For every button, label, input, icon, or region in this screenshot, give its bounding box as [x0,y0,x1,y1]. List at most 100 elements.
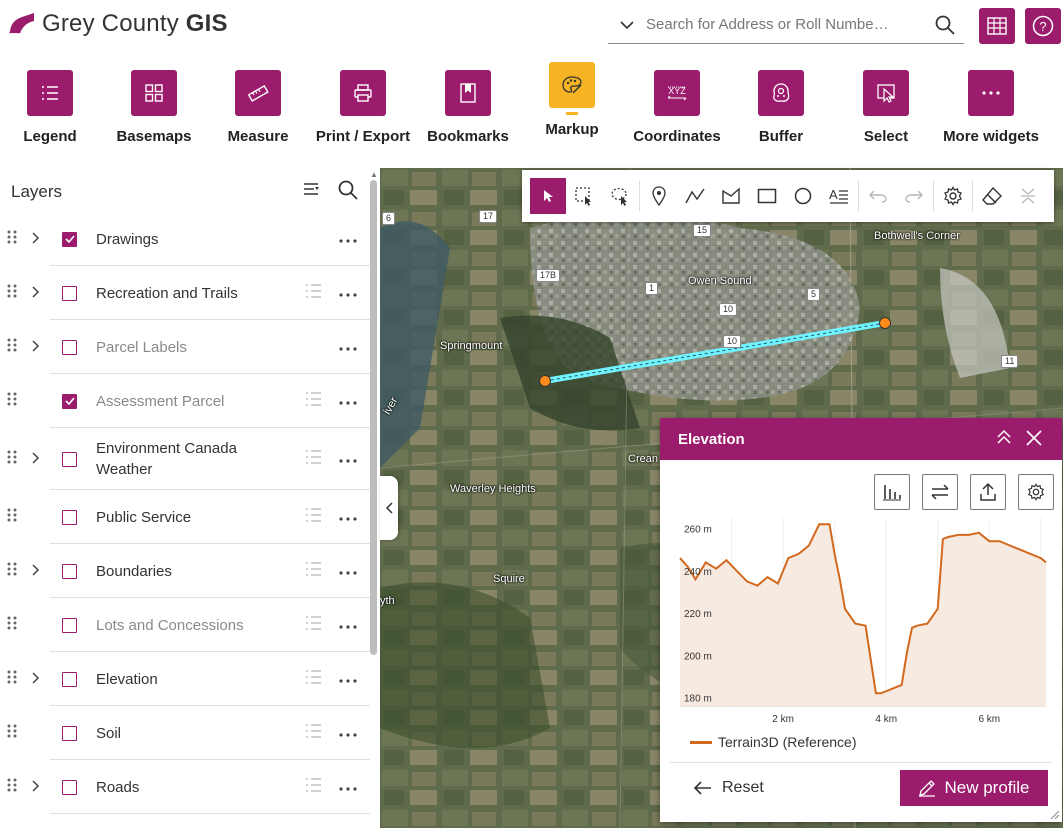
widget-more[interactable]: More widgets [941,52,1041,145]
layer-legend-icon[interactable] [304,777,322,798]
widget-select[interactable]: Select [836,52,936,145]
chevron-right-icon[interactable] [32,339,44,355]
widget-measure[interactable]: Measure [208,52,308,145]
widget-legend[interactable]: Legend [0,52,100,145]
layer-visibility-checkbox[interactable] [62,285,77,301]
widget-bookmarks[interactable]: Bookmarks [418,52,518,145]
buffer-button[interactable] [758,70,804,116]
layer-legend-icon[interactable] [304,507,322,528]
layer-options-button[interactable] [338,392,358,410]
statistics-button[interactable] [874,474,910,510]
markup-eraser-button[interactable] [974,178,1010,214]
reset-button[interactable]: Reset [694,779,764,797]
drag-handle-icon[interactable] [6,777,18,798]
layer-options-button[interactable] [338,284,358,302]
chevron-right-icon[interactable] [32,671,44,687]
search-button[interactable] [926,6,964,44]
layer-visibility-checkbox[interactable] [62,671,77,687]
search-input[interactable] [646,16,926,33]
new-profile-button[interactable]: New profile [900,770,1048,806]
close-panel-button[interactable] [1025,429,1043,452]
markup-circle-tool[interactable] [785,178,821,214]
markup-polygon-tool[interactable] [713,178,749,214]
scroll-up-arrow[interactable]: ▲ [370,170,378,179]
widget-buffer[interactable]: Buffer [731,52,831,145]
search-source-dropdown[interactable] [608,17,646,33]
basemaps-button[interactable] [131,70,177,116]
drag-handle-icon[interactable] [6,723,18,744]
markup-rectangle-tool[interactable] [749,178,785,214]
markup-text-tool[interactable]: A [821,178,857,214]
drag-handle-icon[interactable] [6,229,18,250]
layer-visibility-checkbox[interactable] [62,393,77,409]
layer-visibility-checkbox[interactable] [62,509,77,525]
widget-print-export[interactable]: Print / Export [313,52,413,145]
layer-legend-icon[interactable] [304,723,322,744]
profile-settings-button[interactable] [1018,474,1054,510]
layer-options-button[interactable] [338,230,358,248]
collapse-panel-button[interactable] [380,476,398,540]
layer-options-button[interactable] [338,450,358,468]
more-widgets-button[interactable] [968,70,1014,116]
table-button[interactable] [979,8,1015,44]
layer-legend-icon[interactable] [304,561,322,582]
layer-visibility-checkbox[interactable] [62,725,77,741]
widget-markup[interactable]: Markup [522,52,622,138]
widget-basemaps[interactable]: Basemaps [104,52,204,145]
markup-lasso-select-tool[interactable] [602,178,638,214]
layer-options-button[interactable] [338,670,358,688]
chevron-right-icon[interactable] [32,779,44,795]
layer-options-button[interactable] [338,778,358,796]
layer-visibility-checkbox[interactable] [62,563,77,579]
drag-handle-icon[interactable] [6,283,18,304]
layer-legend-icon[interactable] [304,391,322,412]
drag-handle-icon[interactable] [6,337,18,358]
layer-search-button[interactable] [338,180,358,205]
markup-redo-button[interactable] [896,178,932,214]
layer-visibility-checkbox[interactable] [62,617,77,633]
layer-visibility-checkbox[interactable] [62,231,77,247]
markup-rectangle-select-tool[interactable] [566,178,602,214]
filter-sort-button[interactable] [302,180,320,205]
layer-options-button[interactable] [338,724,358,742]
chevron-right-icon[interactable] [32,231,44,247]
layer-options-button[interactable] [338,616,358,634]
drag-handle-icon[interactable] [6,669,18,690]
chevron-right-icon[interactable] [32,451,44,467]
drag-handle-icon[interactable] [6,449,18,470]
markup-collapse-button[interactable] [1010,178,1046,214]
markup-polyline-tool[interactable] [677,178,713,214]
select-button[interactable] [863,70,909,116]
export-profile-button[interactable] [970,474,1006,510]
legend-button[interactable] [27,70,73,116]
print-button[interactable] [340,70,386,116]
markup-settings-button[interactable] [935,178,971,214]
markup-button[interactable] [549,62,595,108]
markup-point-tool[interactable] [641,178,677,214]
layer-visibility-checkbox[interactable] [62,451,77,467]
chevron-right-icon[interactable] [32,563,44,579]
layer-options-button[interactable] [338,562,358,580]
layer-legend-icon[interactable] [304,615,322,636]
maximize-panel-button[interactable] [996,429,1012,450]
markup-undo-button[interactable] [860,178,896,214]
layer-visibility-checkbox[interactable] [62,339,77,355]
drag-handle-icon[interactable] [6,391,18,412]
widget-coordinates[interactable]: XYZ Coordinates [627,52,727,145]
help-button[interactable]: ? [1025,8,1061,44]
drag-handle-icon[interactable] [6,507,18,528]
layers-scrollbar[interactable] [370,180,377,655]
layer-options-button[interactable] [338,338,358,356]
layer-visibility-checkbox[interactable] [62,779,77,795]
layer-legend-icon[interactable] [304,283,322,304]
flip-profile-button[interactable] [922,474,958,510]
coordinates-button[interactable]: XYZ [654,70,700,116]
drag-handle-icon[interactable] [6,615,18,636]
chevron-right-icon[interactable] [32,285,44,301]
layer-legend-icon[interactable] [304,449,322,470]
bookmarks-button[interactable] [445,70,491,116]
layer-options-button[interactable] [338,508,358,526]
layer-legend-icon[interactable] [304,669,322,690]
markup-select-tool[interactable] [530,178,566,214]
drag-handle-icon[interactable] [6,561,18,582]
